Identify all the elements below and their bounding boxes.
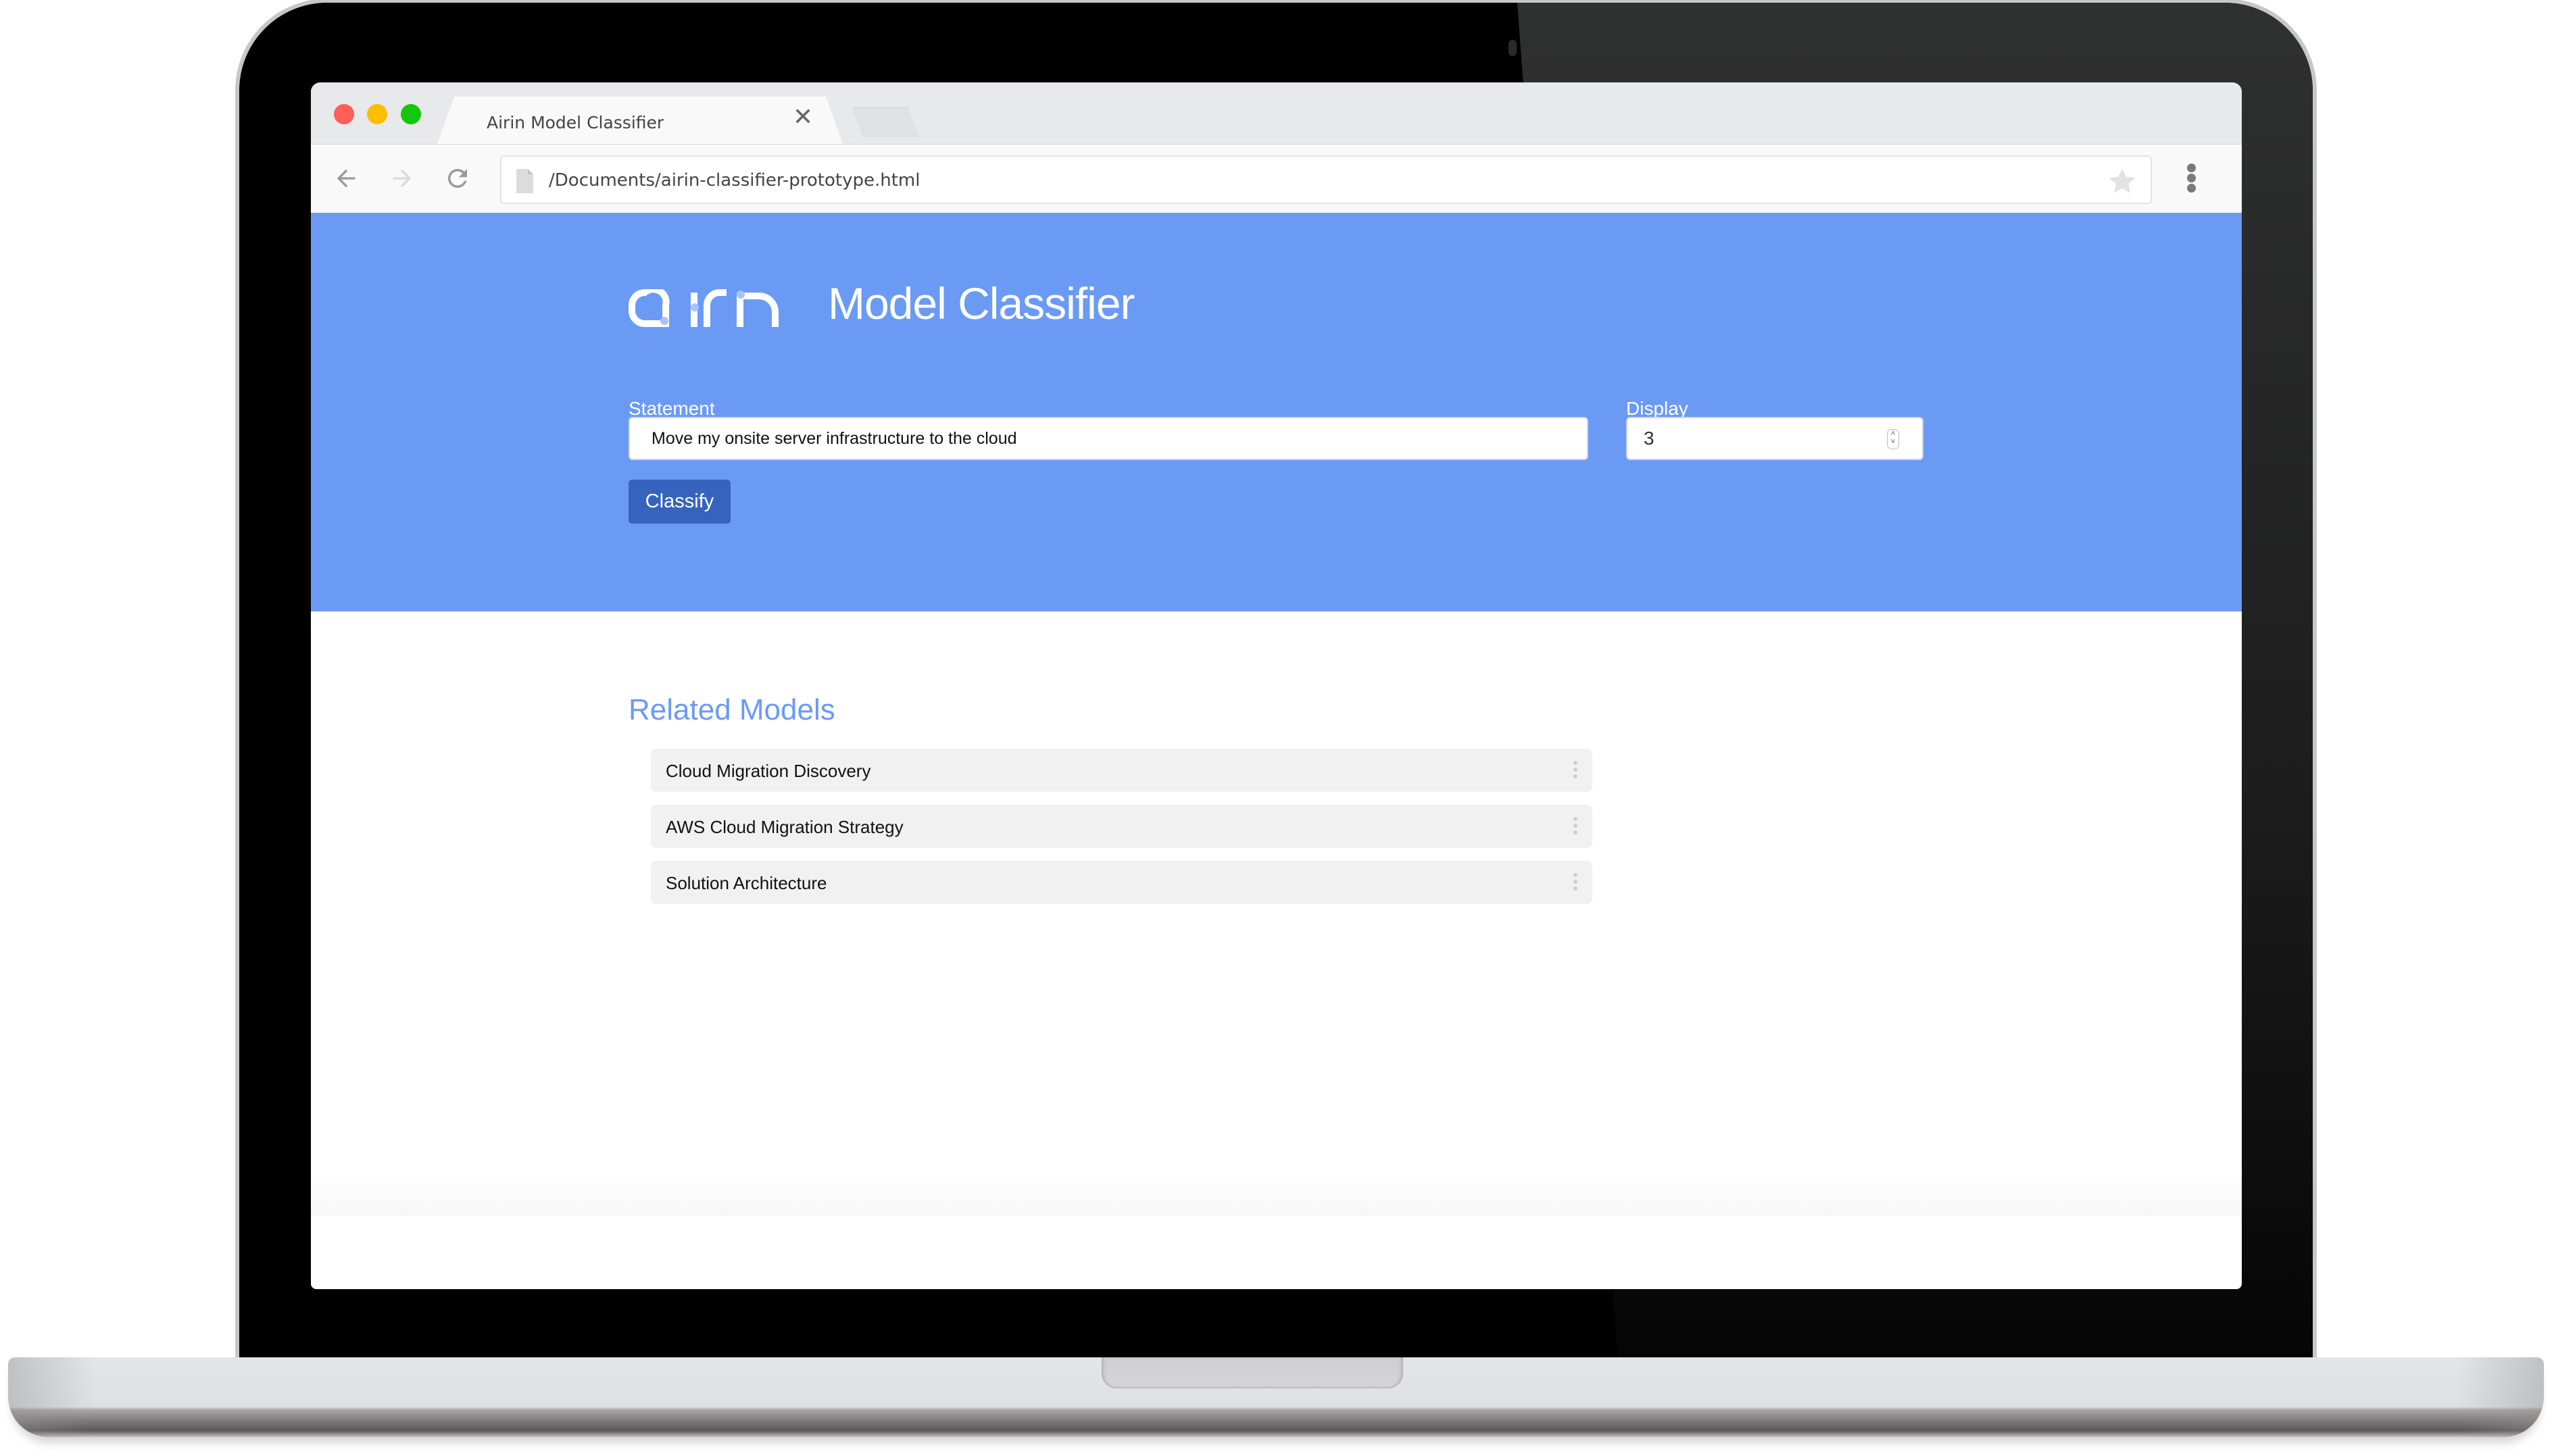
reload-icon bbox=[447, 168, 467, 188]
star-icon[interactable] bbox=[2106, 165, 2138, 197]
list-item[interactable]: AWS Cloud Migration Strategy bbox=[651, 805, 1592, 848]
drag-handle-icon[interactable] bbox=[1573, 817, 1577, 837]
tab-bar: Airin Model Classifier ✕ bbox=[311, 82, 2242, 144]
laptop-hinge-notch bbox=[1102, 1357, 1403, 1388]
laptop-base-edge-left bbox=[8, 1357, 96, 1437]
forward-button[interactable] bbox=[383, 159, 421, 197]
menu-kebab-icon[interactable] bbox=[2184, 164, 2198, 196]
address-bar[interactable]: /Documents/airin-classifier-prototype.ht… bbox=[500, 155, 2152, 204]
airin-logo: airin bbox=[629, 289, 779, 327]
new-tab-button[interactable] bbox=[852, 107, 919, 137]
list-item-label: Solution Architecture bbox=[666, 873, 827, 893]
document-icon bbox=[516, 169, 533, 193]
camera bbox=[1508, 40, 1517, 56]
list-item[interactable]: Cloud Migration Discovery bbox=[651, 749, 1592, 792]
page-title: Model Classifier bbox=[828, 278, 1135, 328]
number-spinner-icon[interactable]: ˄ ˅ bbox=[1887, 429, 1899, 449]
tab-title: Airin Model Classifier bbox=[487, 113, 664, 132]
list-item-label: AWS Cloud Migration Strategy bbox=[666, 817, 904, 837]
page-header: airin Model Classifier Statement Move my… bbox=[311, 213, 2242, 611]
laptop-base-edge-right bbox=[2456, 1357, 2544, 1437]
address-url[interactable]: /Documents/airin-classifier-prototype.ht… bbox=[549, 170, 920, 191]
drag-handle-icon[interactable] bbox=[1573, 873, 1577, 893]
related-models-heading: Related Models bbox=[629, 693, 835, 726]
browser-window: Airin Model Classifier ✕ /Documents/airi… bbox=[311, 82, 2242, 1289]
classify-button[interactable]: Classify bbox=[629, 480, 731, 524]
statement-input[interactable]: Move my onsite server infrastructure to … bbox=[629, 417, 1588, 460]
back-button[interactable] bbox=[327, 159, 365, 197]
display-count-value: 3 bbox=[1644, 428, 1654, 449]
drag-handle-icon[interactable] bbox=[1573, 761, 1577, 781]
list-item-label: Cloud Migration Discovery bbox=[666, 761, 871, 781]
close-window-button[interactable] bbox=[334, 104, 354, 124]
back-arrow-icon bbox=[337, 169, 355, 188]
forward-arrow-icon bbox=[393, 169, 412, 188]
minimize-window-button[interactable] bbox=[367, 104, 387, 124]
display-count-input[interactable]: 3 ˄ ˅ bbox=[1626, 417, 1923, 460]
page-footer-fade bbox=[311, 1177, 2242, 1216]
list-item[interactable]: Solution Architecture bbox=[651, 861, 1592, 904]
maximize-window-button[interactable] bbox=[401, 104, 421, 124]
tab-close-icon[interactable]: ✕ bbox=[793, 105, 813, 129]
browser-toolbar: /Documents/airin-classifier-prototype.ht… bbox=[311, 144, 2242, 214]
reload-button[interactable] bbox=[439, 159, 476, 197]
